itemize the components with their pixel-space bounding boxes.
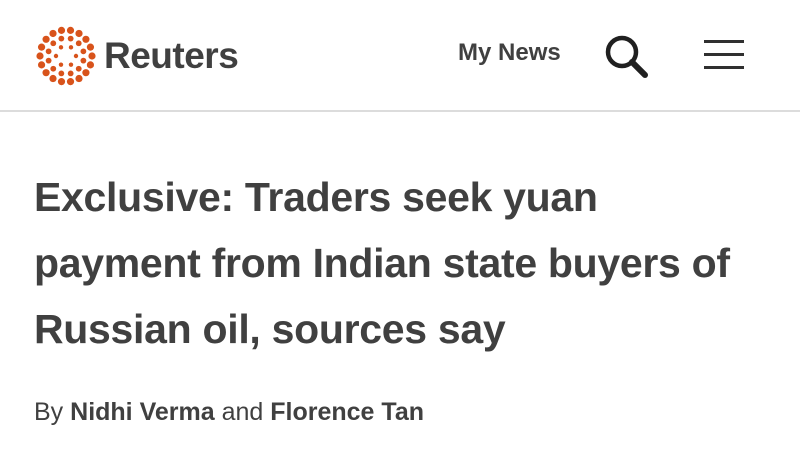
search-button[interactable] — [602, 32, 650, 80]
my-news-link[interactable]: My News — [458, 39, 561, 67]
logo-dot — [82, 69, 90, 77]
logo-dot — [58, 35, 65, 42]
brand-name: Reuters — [104, 35, 239, 76]
logo-dot — [86, 43, 95, 51]
logo-dot — [75, 74, 83, 83]
logo-dot — [50, 40, 57, 47]
article-headline: Exclusive: Traders seek yuan payment fro… — [34, 174, 730, 352]
logo-dot — [68, 45, 74, 50]
logo-dot — [75, 65, 82, 72]
logo-dot — [75, 29, 83, 38]
logo-dot — [66, 26, 75, 34]
search-icon — [602, 35, 650, 84]
logo-dot — [58, 45, 64, 50]
logo-dot — [42, 69, 50, 77]
logo-dot — [53, 53, 59, 59]
logo-dot — [37, 61, 46, 69]
byline-conjunction: and — [221, 398, 264, 426]
logo-dot — [82, 35, 90, 43]
logo-dot — [45, 48, 52, 55]
logo-dot — [88, 52, 96, 60]
logo-dot — [36, 52, 44, 60]
hamburger-menu-icon — [702, 40, 746, 76]
logo-dot — [86, 61, 95, 69]
reuters-logo[interactable]: Reuters — [34, 24, 239, 88]
article-byline: By Nidhi Verma and Florence Tan — [34, 398, 424, 427]
logo-dot — [49, 29, 57, 38]
logo-dot — [45, 57, 52, 64]
logo-dot — [37, 43, 46, 51]
logo-dot — [66, 78, 75, 86]
menu-button[interactable] — [702, 38, 746, 72]
logo-dot — [49, 74, 57, 83]
logo-dot — [58, 62, 64, 67]
author-link-1[interactable]: Nidhi Verma — [70, 398, 215, 426]
logo-dot — [57, 26, 66, 34]
logo-dot — [58, 70, 65, 77]
author-link-2[interactable]: Florence Tan — [270, 398, 424, 426]
reuters-logo-icon — [34, 24, 98, 88]
logo-dot — [42, 35, 50, 43]
logo-dot — [57, 78, 66, 86]
logo-dot — [68, 62, 74, 67]
logo-dot — [67, 70, 74, 77]
site-header: Reuters My News — [0, 0, 800, 112]
logo-dot — [50, 65, 57, 72]
byline-prefix: By — [34, 398, 64, 426]
logo-dot — [73, 53, 79, 59]
logo-dot — [75, 40, 82, 47]
logo-dot — [80, 48, 87, 55]
logo-dot — [67, 35, 74, 42]
logo-dot — [80, 57, 87, 64]
